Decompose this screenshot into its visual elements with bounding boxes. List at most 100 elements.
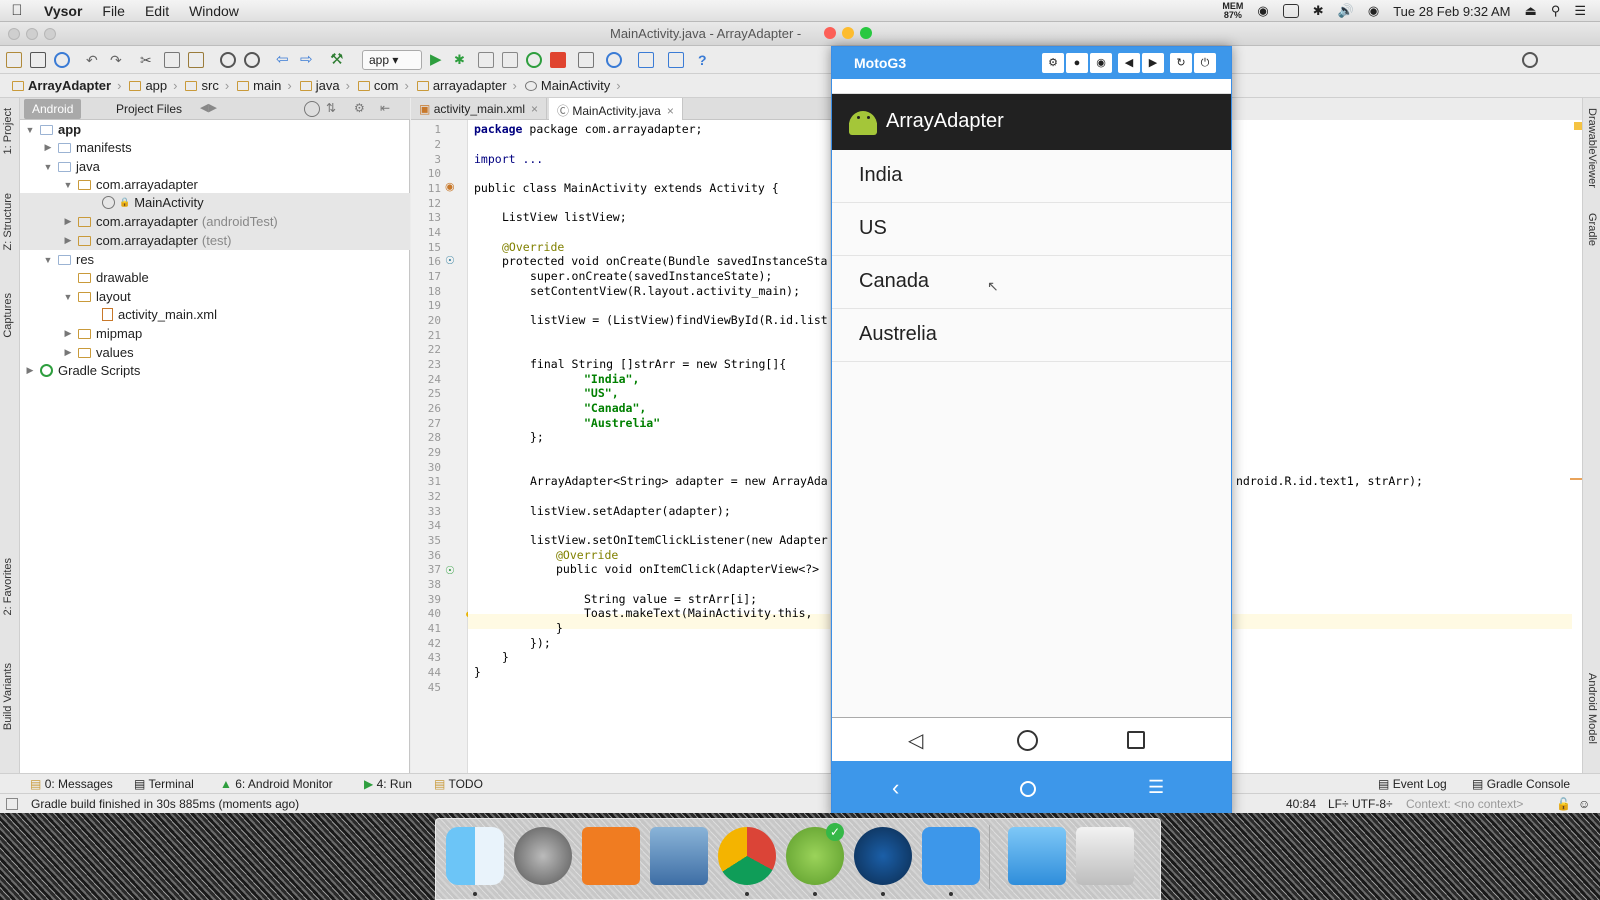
- avd-manager-icon[interactable]: [578, 52, 594, 68]
- find-icon[interactable]: [220, 52, 236, 68]
- settings-gear-icon[interactable]: ⚙: [1042, 53, 1064, 73]
- tree-item-drawable[interactable]: drawable: [20, 268, 410, 287]
- expand-arrow-icon[interactable]: ▼: [24, 125, 36, 135]
- menu-edit[interactable]: Edit: [135, 3, 179, 19]
- vysor-back-icon[interactable]: ‹: [892, 775, 899, 801]
- tree-item-package-test[interactable]: ▶ com.arrayadapter (test): [20, 231, 410, 250]
- tool-tab-structure[interactable]: Z: Structure: [2, 193, 14, 250]
- scroll-from-source-icon[interactable]: [304, 101, 320, 117]
- tab-android[interactable]: Android: [24, 99, 82, 119]
- tree-item-mainactivity[interactable]: 🔒 MainActivity: [20, 193, 410, 212]
- collapse-all-icon[interactable]: ⇅: [326, 101, 342, 117]
- trash-icon[interactable]: [1076, 827, 1134, 885]
- tool-tab-favorites[interactable]: 2: Favorites: [2, 558, 14, 615]
- breadcrumb-item[interactable]: main ›: [233, 78, 296, 93]
- tree-item-values[interactable]: ▶ values: [20, 343, 410, 362]
- code-editor[interactable]: package package com.arrayadapter; import…: [468, 120, 830, 773]
- recents-square-icon[interactable]: [1127, 731, 1145, 749]
- notification-center-icon[interactable]: ☰: [1574, 3, 1586, 19]
- xampp-icon[interactable]: [582, 827, 640, 885]
- paste-icon[interactable]: [188, 52, 204, 68]
- tool-tab-captures[interactable]: Captures: [2, 293, 14, 338]
- debug-icon[interactable]: ✱: [454, 52, 470, 68]
- collapse-arrow-icon[interactable]: ▶: [62, 328, 74, 339]
- chrome-icon[interactable]: [718, 827, 776, 885]
- collapse-arrow-icon[interactable]: ▶: [62, 235, 74, 246]
- quicktime-icon[interactable]: [854, 827, 912, 885]
- vysor-icon[interactable]: [922, 827, 980, 885]
- run-icon[interactable]: ▶: [430, 52, 446, 68]
- collapse-arrow-icon[interactable]: ▶: [42, 142, 54, 153]
- tree-item-gradle-scripts[interactable]: ▶ Gradle Scripts: [20, 361, 410, 380]
- breadcrumb-item[interactable]: app ›: [125, 78, 181, 93]
- minimize-window-button[interactable]: [26, 28, 38, 40]
- tree-item-mipmap[interactable]: ▶ mipmap: [20, 324, 410, 343]
- tool-tab-android-model[interactable]: Android Model: [1586, 673, 1598, 744]
- tool-tab-gradle[interactable]: Gradle: [1586, 213, 1598, 246]
- expand-arrow-icon[interactable]: ▼: [62, 292, 74, 302]
- undo-icon[interactable]: ↶: [86, 52, 102, 68]
- list-item[interactable]: Austrelia: [832, 309, 1231, 362]
- error-stripe-marker[interactable]: [1570, 478, 1582, 480]
- code-editor-visible-right[interactable]: ndroid.R.id.text1, strArr);: [1232, 120, 1582, 773]
- spotlight-icon[interactable]: ⚲: [1551, 3, 1561, 19]
- help-icon[interactable]: ?: [698, 52, 714, 68]
- tool-messages[interactable]: ▤ 0: Messages: [30, 777, 113, 791]
- analysis-warning-icon[interactable]: [1574, 122, 1582, 130]
- tab-switch-icon[interactable]: ◀▶: [200, 101, 217, 117]
- breadcrumb-item[interactable]: ArrayAdapter ›: [8, 78, 125, 93]
- collapse-arrow-icon[interactable]: ▶: [62, 347, 74, 358]
- tool-window-toggle-icon[interactable]: [6, 798, 18, 810]
- tool-android-monitor[interactable]: ▲ 6: Android Monitor: [220, 777, 333, 791]
- expand-arrow-icon[interactable]: ▼: [62, 180, 74, 190]
- hide-panel-icon[interactable]: ⇤: [380, 101, 396, 117]
- volume-icon[interactable]: 🔊: [1338, 3, 1354, 19]
- redo-icon[interactable]: ↷: [110, 52, 126, 68]
- menu-window[interactable]: Window: [179, 3, 249, 19]
- preview-icon[interactable]: [650, 827, 708, 885]
- menu-app-name[interactable]: Vysor: [34, 3, 92, 19]
- system-preferences-icon[interactable]: [514, 827, 572, 885]
- caret-position[interactable]: 40:84: [1286, 797, 1316, 811]
- vysor-minimize-button[interactable]: [842, 27, 854, 39]
- home-circle-icon[interactable]: [1017, 730, 1038, 751]
- lock-icon[interactable]: 🔓: [1556, 797, 1571, 811]
- collapse-arrow-icon[interactable]: ▶: [62, 216, 74, 227]
- tree-item-activity-main-xml[interactable]: activity_main.xml: [20, 305, 410, 324]
- replace-icon[interactable]: [244, 52, 260, 68]
- override-marker-icon[interactable]: ☉: [445, 254, 455, 267]
- eject-icon[interactable]: ⏏: [1525, 3, 1537, 19]
- cut-icon[interactable]: ✂: [140, 52, 156, 68]
- back-icon[interactable]: ⇦: [276, 52, 292, 68]
- forward-icon[interactable]: ⇨: [300, 52, 316, 68]
- tool-tab-drawableviewer[interactable]: DrawableViewer: [1586, 108, 1598, 188]
- stop-icon[interactable]: [550, 52, 566, 68]
- collapse-arrow-icon[interactable]: ▶: [24, 365, 36, 376]
- implemented-marker-icon[interactable]: ◉: [445, 180, 455, 193]
- attach-debugger-icon[interactable]: [502, 52, 518, 68]
- make-project-icon[interactable]: ⚒: [330, 52, 346, 68]
- vysor-zoom-button[interactable]: [860, 27, 872, 39]
- tool-terminal[interactable]: ▤ Terminal: [134, 777, 194, 791]
- sdk-manager-icon[interactable]: [668, 52, 684, 68]
- tree-item-res[interactable]: ▼ res: [20, 250, 410, 269]
- screenshot-camera-icon[interactable]: ◉: [1090, 53, 1112, 73]
- power-icon[interactable]: ⏻: [1194, 53, 1216, 73]
- breadcrumb-item[interactable]: MainActivity ›: [521, 78, 625, 93]
- tree-item-app[interactable]: ▼ app: [20, 120, 410, 139]
- tree-item-package[interactable]: ▼ com.arrayadapter: [20, 175, 410, 194]
- expand-arrow-icon[interactable]: ▼: [42, 162, 54, 172]
- menu-file[interactable]: File: [92, 3, 135, 19]
- apple-menu-icon[interactable]: : [0, 2, 34, 19]
- zoom-window-button[interactable]: [44, 28, 56, 40]
- bluetooth-icon[interactable]: ✱: [1313, 3, 1324, 19]
- record-video-icon[interactable]: ●: [1066, 53, 1088, 73]
- search-everywhere-icon[interactable]: [1522, 52, 1538, 68]
- back-triangle-icon[interactable]: ◁: [908, 728, 923, 753]
- sync-gradle-icon[interactable]: [606, 52, 622, 68]
- clock[interactable]: Tue 28 Feb 9:32 AM: [1393, 4, 1510, 19]
- override-marker-icon[interactable]: ☉: [445, 564, 455, 577]
- file-encoding[interactable]: UTF-8÷: [1352, 797, 1393, 811]
- close-tab-icon[interactable]: ×: [667, 104, 674, 118]
- list-item[interactable]: Canada: [832, 256, 1231, 309]
